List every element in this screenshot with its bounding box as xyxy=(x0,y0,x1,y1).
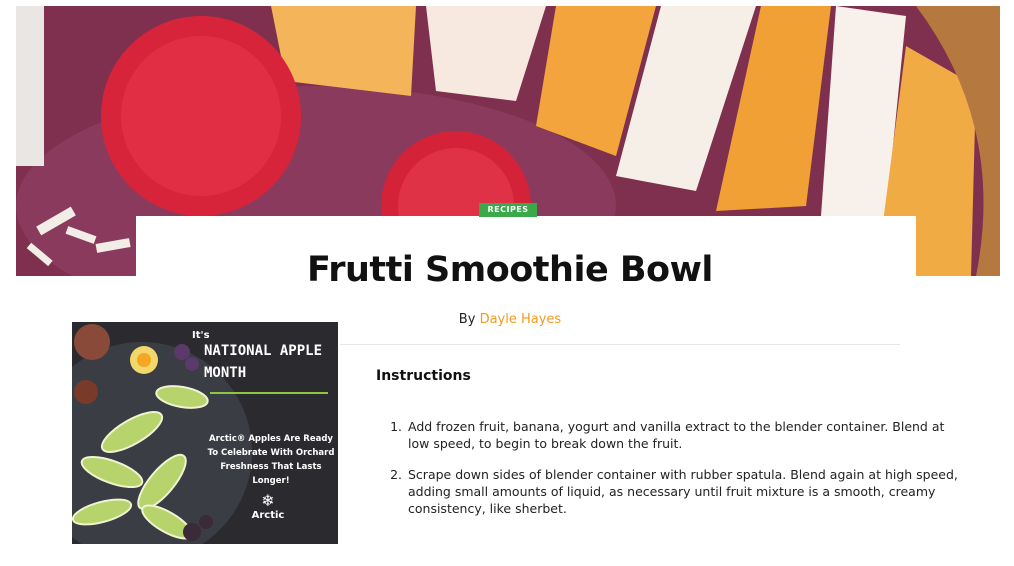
author-link[interactable]: Dayle Hayes xyxy=(480,312,562,327)
logo-text: Arctic xyxy=(251,510,285,521)
arctic-logo: ❄ Arctic xyxy=(238,492,298,538)
list-item: Add frozen fruit, banana, yogurt and van… xyxy=(406,418,966,452)
promo-headline: NATIONAL APPLE MONTH xyxy=(204,343,323,381)
promo-body: Arctic® Apples Are Ready To Celebrate Wi… xyxy=(207,434,335,486)
promo-banner[interactable]: It's NATIONAL APPLE MONTH Arctic® Apples… xyxy=(72,322,338,544)
instructions-list: Add frozen fruit, banana, yogurt and van… xyxy=(386,418,966,531)
instructions-heading: Instructions xyxy=(376,368,471,384)
promo-rule xyxy=(210,392,328,394)
divider xyxy=(340,344,900,345)
arctic-snowflake-icon: ❄ xyxy=(261,491,275,510)
category-badge[interactable]: RECIPES xyxy=(479,203,537,217)
byline-prefix: By xyxy=(458,312,476,327)
page-title: Frutti Smoothie Bowl xyxy=(307,250,713,290)
list-item: Scrape down sides of blender container w… xyxy=(406,466,966,517)
